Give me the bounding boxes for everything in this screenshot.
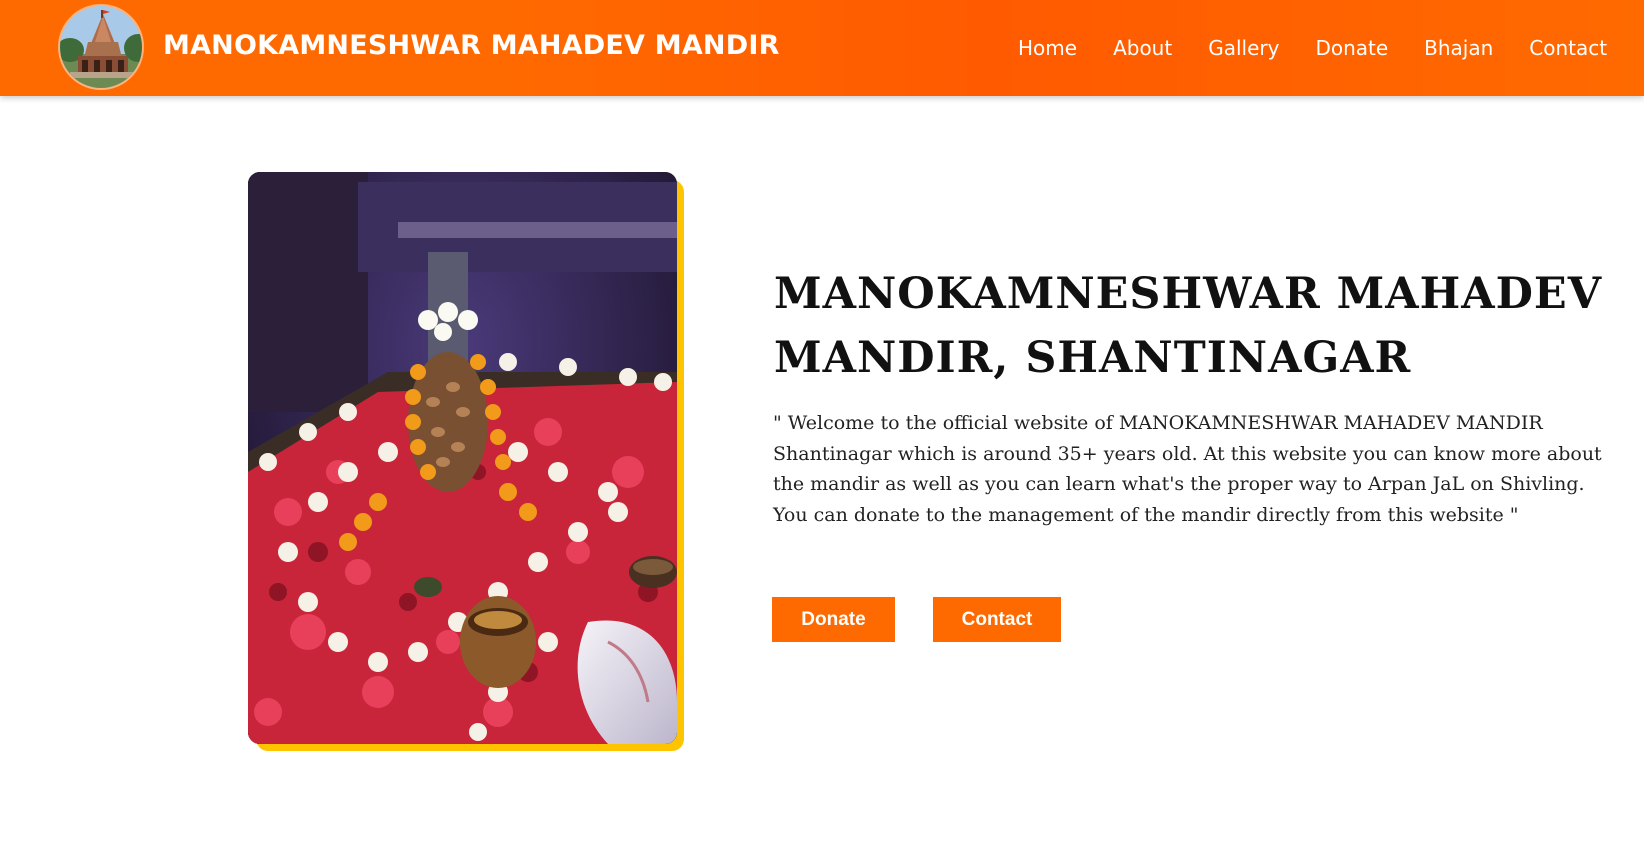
nav-contact[interactable]: Contact [1529,36,1607,60]
nav-donate[interactable]: Donate [1315,36,1388,60]
nav-about[interactable]: About [1113,36,1172,60]
nav-gallery[interactable]: Gallery [1208,36,1279,60]
nav-bhajan[interactable]: Bhajan [1424,36,1493,60]
nav-home[interactable]: Home [1018,36,1077,60]
temple-logo-image [60,6,142,88]
hero-heading: MANOKAMNESHWAR MAHADEV MANDIR, SHANTINAG… [774,269,1603,383]
hero-description-line-2: You can donate to the management of the … [773,503,1519,526]
main-nav: Home About Gallery Donate Bhajan Contact [1018,36,1643,60]
site-title[interactable]: MANOKAMNESHWAR MAHADEV MANDIR [163,30,780,61]
site-header: MANOKAMNESHWAR MAHADEV MANDIR Home About… [0,0,1644,96]
temple-logo[interactable] [58,4,144,90]
donate-button[interactable]: Donate [772,597,895,642]
hero-description: " Welcome to the official website of MAN… [773,408,1633,530]
shivling-photo-art [248,172,677,744]
shivling-photo [248,172,677,744]
contact-button[interactable]: Contact [933,597,1061,642]
hero-description-line-1: " Welcome to the official website of MAN… [773,412,1602,495]
